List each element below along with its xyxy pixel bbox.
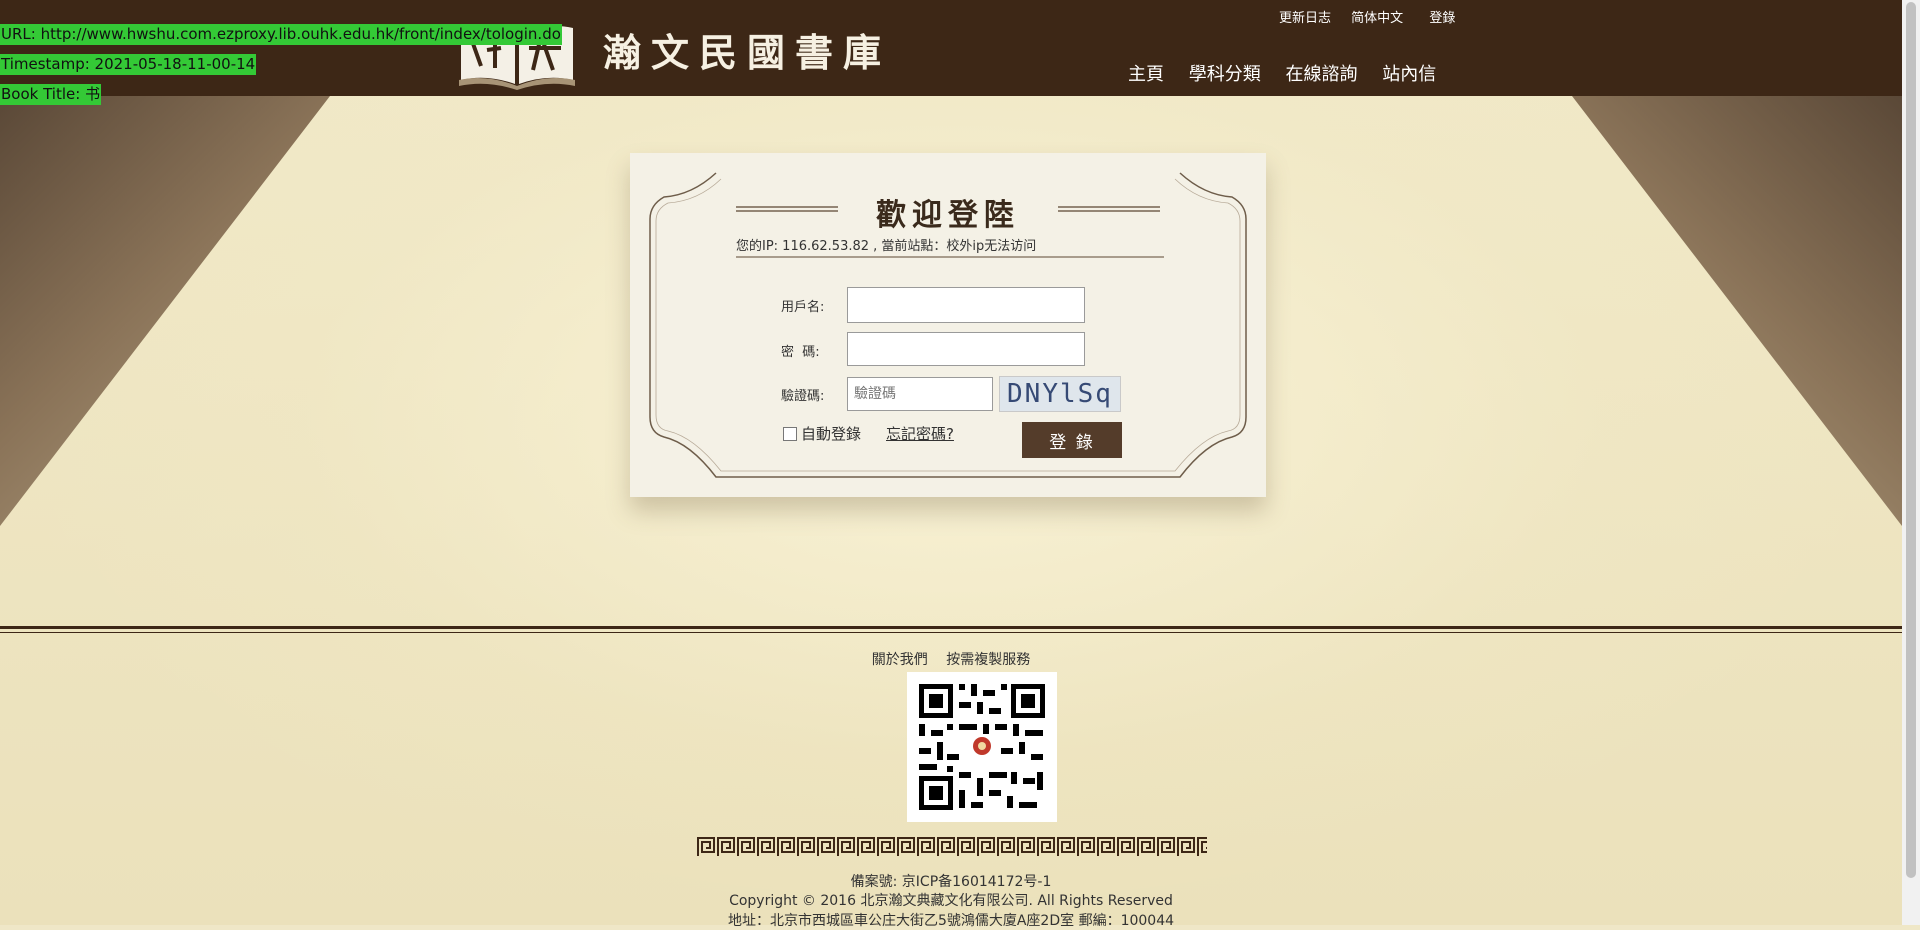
- captcha-image[interactable]: DNYlSq: [999, 376, 1121, 412]
- site-title: 瀚文民國書庫: [603, 30, 892, 75]
- footer-divider-thin: [0, 632, 1902, 633]
- copy-service-link[interactable]: 按需複製服務: [946, 652, 1030, 668]
- nav-home[interactable]: 主頁: [1128, 64, 1164, 85]
- forgot-password-link[interactable]: 忘記密碼?: [886, 423, 954, 444]
- changelog-link[interactable]: 更新日志: [1279, 11, 1331, 26]
- overlay-book-title: Book Title: 书: [0, 84, 102, 105]
- nav-consult[interactable]: 在線諮詢: [1285, 64, 1357, 85]
- top-links: 更新日志 简体中文 登錄: [1279, 7, 1471, 26]
- scrollbar-thumb[interactable]: [1906, 2, 1916, 878]
- login-link[interactable]: 登錄: [1429, 11, 1455, 26]
- qr-code-icon: [907, 672, 1057, 822]
- password-input[interactable]: [847, 332, 1085, 366]
- ip-info: 您的IP: 116.62.53.82 , 當前站點：校外ip无法访问: [736, 239, 1037, 254]
- username-input[interactable]: [847, 287, 1085, 323]
- main-nav: 主頁 學科分類 在線諮詢 站內信: [1128, 60, 1455, 86]
- right-corner-shadow: [1572, 96, 1902, 526]
- footer-divider: [0, 626, 1902, 629]
- captcha-input[interactable]: [847, 377, 993, 411]
- footer-address: 地址：北京市西城區車公庄大街乙5號鴻儒大廈A座2D室 郵編：100044: [727, 913, 1175, 929]
- footer-links: 關於我們 按需複製服務: [0, 649, 1902, 669]
- overlay-url: URL: http://www.hwshu.com.ezproxy.lib.ou…: [0, 24, 562, 45]
- footer-copyright: Copyright © 2016 北京瀚文典藏文化有限公司. All Right…: [729, 893, 1173, 909]
- username-label: 用戶名:: [781, 300, 825, 315]
- about-us-link[interactable]: 關於我們: [872, 652, 928, 668]
- simplified-chinese-link[interactable]: 简体中文: [1351, 11, 1403, 26]
- login-button[interactable]: 登 錄: [1022, 422, 1122, 458]
- login-card: 歡迎登陸 您的IP: 116.62.53.82 , 當前站點：校外ip无法访问 …: [630, 153, 1266, 497]
- footer-icp: 備案號: 京ICP备16014172号-1: [850, 874, 1052, 890]
- nav-messages[interactable]: 站內信: [1382, 64, 1436, 85]
- auto-login-label[interactable]: 自動登錄: [801, 423, 861, 444]
- captcha-label: 驗證碼:: [781, 389, 825, 404]
- left-corner-shadow: [0, 96, 330, 526]
- password-label: 密 碼:: [781, 345, 820, 360]
- overlay-timestamp: Timestamp: 2021-05-18-11-00-14: [0, 54, 257, 75]
- nav-subjects[interactable]: 學科分類: [1189, 64, 1261, 85]
- site-header: 瀚文民國書庫 更新日志 简体中文 登錄 主頁 學科分類 在線諮詢 站內信: [0, 0, 1902, 96]
- auto-login-checkbox[interactable]: [783, 427, 797, 441]
- login-title: 歡迎登陸: [876, 198, 1020, 233]
- greek-key-border: [697, 837, 1207, 857]
